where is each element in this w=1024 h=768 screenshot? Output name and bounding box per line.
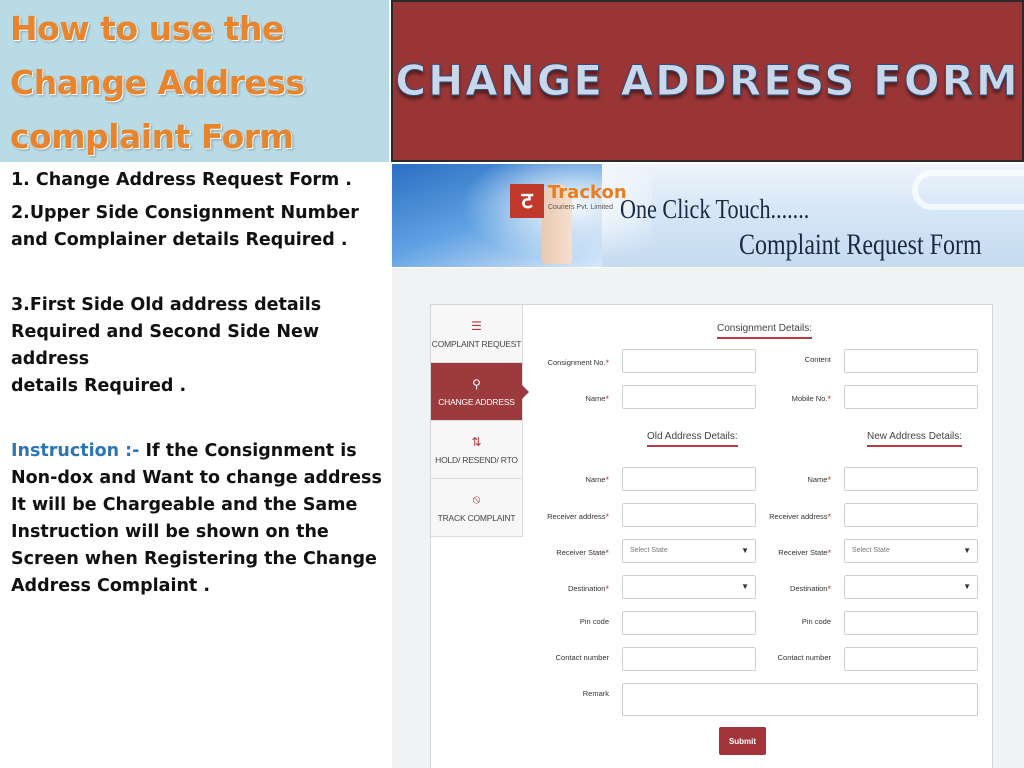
old-receiver-state-label: Receiver State* <box>556 548 609 558</box>
chevron-down-icon: ▼ <box>741 582 749 591</box>
remark-label: Remark <box>582 689 609 698</box>
arrows-up-down-icon: ⇅ <box>471 434 482 449</box>
new-contact-number-label: Contact number <box>777 653 831 662</box>
page-title: How to use the Change Address complaint … <box>10 2 389 164</box>
instruction-item-3: 3.First Side Old address details Require… <box>11 292 389 400</box>
nav-label: TRACK COMPLAINT <box>437 513 516 523</box>
old-destination-select[interactable]: ▼ <box>622 575 756 599</box>
location-pin-icon: ⚲ <box>472 376 481 391</box>
instruction-item-2-line-2: and Complainer details Required . <box>11 230 348 250</box>
list-icon: ☰ <box>471 318 482 333</box>
content-input[interactable] <box>844 349 978 373</box>
new-contact-number-input[interactable] <box>844 647 978 671</box>
logo-name: Trackon <box>548 182 627 203</box>
old-receiver-state-select[interactable]: Select State ▼ <box>622 539 756 563</box>
instructions-text: 1. Change Address Request Form . 2.Upper… <box>11 165 389 600</box>
instruction-line-5: Screen when Registering the Change <box>11 549 377 569</box>
title-box: How to use the Change Address complaint … <box>0 0 389 162</box>
instruction-line-4: Instruction will be shown on the <box>11 522 329 542</box>
new-pin-code-input[interactable] <box>844 611 978 635</box>
consignment-no-input[interactable] <box>622 349 756 373</box>
new-address-heading: New Address Details: <box>867 431 963 447</box>
form-panel: ☰ COMPLAINT REQUEST ⚲ CHANGE ADDRESS ⇅ H… <box>392 268 1024 768</box>
nav-complaint-request[interactable]: ☰ COMPLAINT REQUEST <box>431 305 523 363</box>
submit-button[interactable]: Submit <box>719 727 766 755</box>
old-contact-number-input[interactable] <box>622 647 756 671</box>
nav-label: HOLD/ RESEND/ RTO <box>435 454 518 465</box>
old-address-heading: Old Address Details: <box>647 431 738 447</box>
track-icon: ⦸ <box>472 492 481 506</box>
old-pin-code-label: Pin code <box>579 617 609 626</box>
nav-label: COMPLAINT REQUEST <box>431 338 522 349</box>
new-receiver-state-select[interactable]: Select State ▼ <box>844 539 978 563</box>
name-label: Name* <box>585 394 609 404</box>
title-line-3: complaint Form <box>10 117 294 156</box>
instruction-label: Instruction :- <box>11 441 140 461</box>
instruction-item-3-line-3: details Required . <box>11 376 187 396</box>
old-name-input[interactable] <box>622 467 756 491</box>
new-receiver-address-label: Receiver address* <box>769 512 831 522</box>
nav-hold-resend-rto[interactable]: ⇅ HOLD/ RESEND/ RTO <box>431 421 523 479</box>
new-name-input[interactable] <box>844 467 978 491</box>
banner-text: CHANGE ADDRESS FORM <box>395 55 1020 105</box>
old-receiver-address-input[interactable] <box>622 503 756 527</box>
name-input[interactable] <box>622 385 756 409</box>
change-address-form: ☰ COMPLAINT REQUEST ⚲ CHANGE ADDRESS ⇅ H… <box>430 304 993 768</box>
nav-change-address[interactable]: ⚲ CHANGE ADDRESS <box>431 363 529 421</box>
content-label: Content <box>804 355 831 364</box>
nav-label: CHANGE ADDRESS <box>438 396 515 407</box>
header-subtitle: Complaint Request Form <box>739 228 982 261</box>
consignment-no-label: Consignment No.* <box>547 358 609 368</box>
instruction-item-3-line-1: 3.First Side Old address details <box>11 295 322 315</box>
old-destination-label: Destination* <box>567 584 609 594</box>
complaint-header-image: ट Trackon Couriers Pvt. Limited One Clic… <box>392 164 1024 267</box>
mobile-no-input[interactable] <box>844 385 978 409</box>
decorative-bubble <box>912 170 1024 210</box>
instruction-item-3-line-2: Required and Second Side New address <box>11 322 320 369</box>
instruction-line-1: If the Consignment is <box>139 441 357 461</box>
title-line-2: Change Address <box>10 63 305 102</box>
instruction-line-2: Non-dox and Want to change address <box>11 468 382 488</box>
old-name-label: Name* <box>585 475 609 485</box>
old-receiver-address-label: Receiver address* <box>547 512 609 522</box>
nav-track-complaint[interactable]: ⦸ TRACK COMPLAINT <box>431 479 523 537</box>
chevron-down-icon: ▼ <box>741 546 749 555</box>
instruction-line-3: It will be Chargeable and the Same <box>11 495 358 515</box>
new-name-label: Name* <box>807 475 831 485</box>
logo-subtext: Couriers Pvt. Limited <box>548 204 613 211</box>
header-tagline: One Click Touch....... <box>620 194 810 224</box>
instruction-item-1: 1. Change Address Request Form . <box>11 170 352 190</box>
trackon-logo-icon: ट <box>510 184 544 218</box>
mobile-no-label: Mobile No.* <box>791 394 831 404</box>
new-receiver-state-label: Receiver State* <box>778 548 831 558</box>
instruction-item-2: 2.Upper Side Consignment Number and Comp… <box>11 200 389 254</box>
new-receiver-address-input[interactable] <box>844 503 978 527</box>
chevron-down-icon: ▼ <box>963 582 971 591</box>
old-contact-number-label: Contact number <box>555 653 609 662</box>
consignment-details-heading: Consignment Details: <box>717 323 813 339</box>
chevron-down-icon: ▼ <box>963 546 971 555</box>
old-pin-code-input[interactable] <box>622 611 756 635</box>
remark-textarea[interactable] <box>622 683 978 716</box>
new-destination-label: Destination* <box>789 584 831 594</box>
instruction-item-2-line-1: 2.Upper Side Consignment Number <box>11 203 359 223</box>
title-line-1: How to use the <box>10 9 284 48</box>
new-pin-code-label: Pin code <box>801 617 831 626</box>
form-title-banner: CHANGE ADDRESS FORM <box>391 0 1024 162</box>
instruction-note: Instruction :- If the Consignment is Non… <box>11 438 389 600</box>
side-nav: ☰ COMPLAINT REQUEST ⚲ CHANGE ADDRESS ⇅ H… <box>431 305 529 537</box>
new-destination-select[interactable]: ▼ <box>844 575 978 599</box>
instruction-line-6: Address Complaint . <box>11 576 211 596</box>
